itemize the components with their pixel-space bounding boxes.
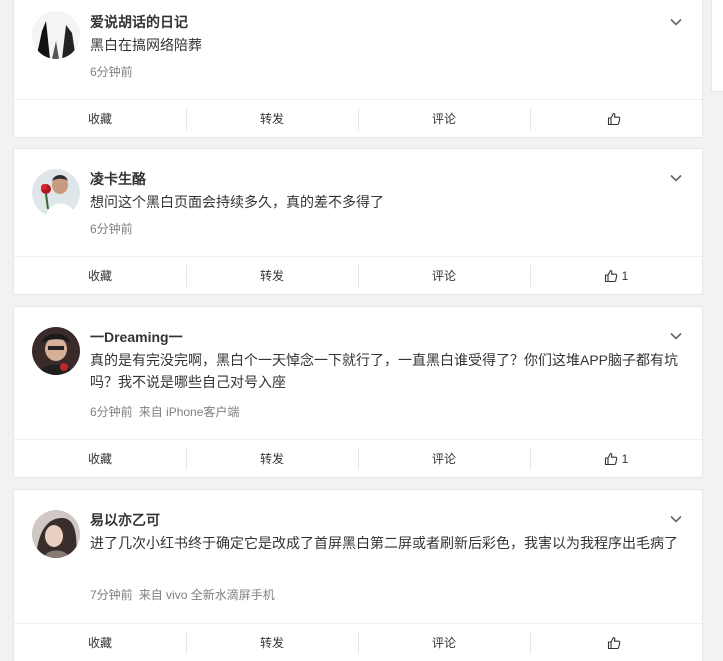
username[interactable]: 凌卡生酪 [90, 169, 146, 189]
comment-text: 进了几次小红书终于确定它是改成了首屏黑白第二屏或者刷新后彩色，我害以为我程序出毛… [90, 535, 678, 551]
like-button[interactable] [530, 624, 702, 661]
action-bar: 收藏 转发 评论 [14, 99, 702, 137]
comment-time: 6分钟前 [90, 405, 133, 419]
comment-meta: 6分钟前 来自 iPhone客户端 [90, 403, 239, 420]
comment-meta: 6分钟前 [90, 63, 133, 80]
comment-card: 一Dreaming一 真的是有完没完啊，黑白个一天悼念一下就行了，一直黑白谁受得… [13, 306, 703, 478]
thumbs-up-icon [607, 636, 621, 650]
favorite-label: 收藏 [87, 636, 112, 650]
repost-label: 转发 [259, 112, 284, 126]
comment-card: 凌卡生酪 想问这个黑白页面会持续多久，真的差不多得了 6分钟前 收藏 转发 评论… [13, 148, 703, 295]
comment-label: 评论 [431, 269, 456, 283]
repost-label: 转发 [259, 269, 284, 283]
repost-button[interactable]: 转发 [186, 624, 358, 661]
comment-button[interactable]: 评论 [358, 624, 530, 661]
action-bar: 收藏 转发 评论 1 [14, 256, 702, 294]
favorite-label: 收藏 [87, 112, 112, 126]
comment-button[interactable]: 评论 [358, 100, 530, 138]
comment-meta: 6分钟前 [90, 220, 133, 237]
repost-button[interactable]: 转发 [186, 100, 358, 138]
right-panel-edge [711, 0, 723, 92]
avatar[interactable] [32, 327, 80, 375]
repost-button[interactable]: 转发 [186, 440, 358, 478]
username[interactable]: 易以亦乙可 [90, 510, 160, 530]
favorite-label: 收藏 [87, 269, 112, 283]
comment-label: 评论 [431, 636, 456, 650]
like-count: 1 [621, 268, 629, 283]
favorite-button[interactable]: 收藏 [14, 440, 186, 478]
chevron-down-icon[interactable] [669, 329, 683, 343]
avatar[interactable] [32, 510, 80, 558]
comment-text: 黑白在搞网络陪葬 [90, 37, 202, 53]
favorite-button[interactable]: 收藏 [14, 257, 186, 295]
favorite-button[interactable]: 收藏 [14, 624, 186, 661]
comment-meta: 7分钟前 来自 vivo 全新水滴屏手机 [90, 586, 275, 603]
chevron-down-icon[interactable] [669, 512, 683, 526]
comment-label: 评论 [431, 452, 456, 466]
like-button[interactable]: 1 [530, 257, 702, 295]
comment-text: 真的是有完没完啊，黑白个一天悼念一下就行了，一直黑白谁受得了？你们这堆APP脑子… [90, 352, 679, 390]
comment-source: 来自 iPhone客户端 [138, 405, 240, 419]
repost-label: 转发 [259, 636, 284, 650]
chevron-down-icon[interactable] [669, 15, 683, 29]
action-bar: 收藏 转发 评论 1 [14, 439, 702, 477]
like-button[interactable] [530, 100, 702, 138]
username[interactable]: 一Dreaming一 [90, 327, 183, 347]
comment-time: 6分钟前 [90, 222, 133, 236]
comment-source: 来自 vivo 全新水滴屏手机 [138, 588, 275, 602]
like-count: 1 [621, 451, 629, 466]
comment-time: 7分钟前 [90, 588, 133, 602]
favorite-button[interactable]: 收藏 [14, 100, 186, 138]
comment-card: 易以亦乙可 进了几次小红书终于确定它是改成了首屏黑白第二屏或者刷新后彩色，我害以… [13, 489, 703, 661]
repost-button[interactable]: 转发 [186, 257, 358, 295]
thumbs-up-icon [604, 452, 618, 466]
thumbs-up-icon [604, 269, 618, 283]
username[interactable]: 爱说胡话的日记 [90, 12, 188, 32]
favorite-label: 收藏 [87, 452, 112, 466]
comment-button[interactable]: 评论 [358, 440, 530, 478]
action-bar: 收藏 转发 评论 [14, 623, 702, 661]
avatar[interactable] [32, 11, 80, 59]
comment-button[interactable]: 评论 [358, 257, 530, 295]
thumbs-up-icon [607, 112, 621, 126]
comment-text: 想问这个黑白页面会持续多久，真的差不多得了 [90, 194, 384, 210]
comment-card: 爱说胡话的日记 黑白在搞网络陪葬 6分钟前 收藏 转发 评论 [13, 0, 703, 138]
like-button[interactable]: 1 [530, 440, 702, 478]
comment-time: 6分钟前 [90, 65, 133, 79]
chevron-down-icon[interactable] [669, 171, 683, 185]
repost-label: 转发 [259, 452, 284, 466]
comment-label: 评论 [431, 112, 456, 126]
avatar[interactable] [32, 169, 80, 217]
